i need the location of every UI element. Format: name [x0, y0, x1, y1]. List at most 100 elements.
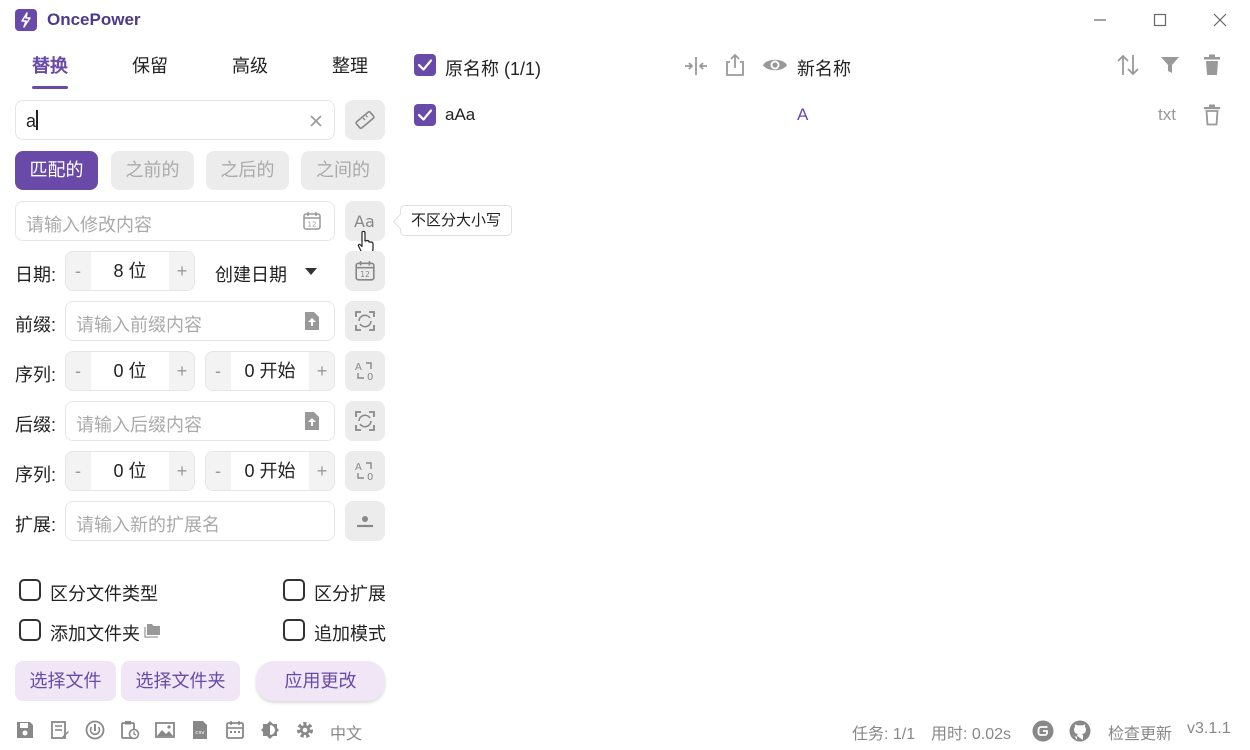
language-switch[interactable]: 中文 [330, 720, 362, 744]
check-update-link[interactable]: 检查更新 [1108, 720, 1172, 744]
date-type-select[interactable]: 创建日期 [215, 261, 287, 287]
extension-input[interactable]: 请输入新的扩展名 [65, 501, 335, 541]
prefix-seq-start-value: 0 开始 [231, 352, 309, 390]
decrement-button[interactable]: - [206, 452, 230, 490]
power-icon[interactable] [85, 720, 105, 740]
tab-organize[interactable]: 整理 [332, 52, 368, 78]
increment-button[interactable]: + [170, 352, 194, 390]
save-icon[interactable] [15, 720, 35, 740]
svg-text:Aa: Aa [354, 212, 375, 231]
suffix-seq-format-button[interactable]: A0 [345, 451, 385, 491]
suffix-seq-label: 序列: [15, 465, 57, 485]
suffix-swap-button[interactable] [345, 401, 385, 441]
tab-keep[interactable]: 保留 [132, 52, 168, 78]
list-edit-icon[interactable] [50, 720, 70, 740]
decrement-button[interactable]: - [66, 252, 90, 290]
minimize-button[interactable] [1088, 8, 1112, 32]
add-folder-label: 添加文件夹 [50, 624, 140, 644]
mode-before-button[interactable]: 之前的 [111, 151, 194, 190]
insert-date-button[interactable]: 12 [345, 251, 385, 291]
regex-ruler-button[interactable] [345, 100, 385, 140]
maximize-button[interactable] [1148, 8, 1172, 32]
increment-button[interactable]: + [170, 452, 194, 490]
file-row-checkbox[interactable] [414, 104, 436, 126]
trash-icon[interactable] [1203, 104, 1221, 126]
select-all-checkbox[interactable] [414, 54, 436, 76]
suffix-seq-digits-stepper[interactable]: - 0 位 + [65, 451, 195, 491]
decrement-button[interactable]: - [206, 352, 230, 390]
prefix-input[interactable]: 请输入前缀内容 [65, 301, 335, 341]
ruler-icon [355, 110, 375, 130]
file-type-label: 区分文件类型 [50, 584, 158, 604]
file-upload-icon[interactable] [303, 311, 321, 331]
add-folder-checkbox[interactable] [19, 619, 41, 641]
extension-toggle-button[interactable] [345, 501, 385, 541]
decrement-button[interactable]: - [66, 452, 90, 490]
alpha-numeric-icon: A0 [355, 362, 373, 382]
apply-changes-button[interactable]: 应用更改 [256, 661, 385, 701]
suffix-seq-digits-value: 0 位 [91, 452, 169, 490]
check-icon [417, 109, 433, 121]
case-tooltip: 不区分大小写 [400, 205, 513, 236]
append-mode-checkbox[interactable] [283, 619, 305, 641]
prefix-seq-digits-stepper[interactable]: - 0 位 + [65, 351, 195, 391]
append-mode-label: 追加模式 [314, 624, 386, 644]
close-window-button[interactable] [1208, 8, 1232, 32]
date-label: 日期: [15, 265, 57, 285]
gitee-icon[interactable] [1032, 720, 1054, 742]
tab-replace[interactable]: 替换 [32, 52, 68, 78]
prefix-seq-start-stepper[interactable]: - 0 开始 + [205, 351, 335, 391]
file-new-name: A [797, 105, 809, 124]
calendar-grid-icon[interactable] [225, 720, 245, 740]
alpha-numeric-icon: A0 [355, 462, 373, 482]
select-files-button[interactable]: 选择文件 [15, 661, 116, 701]
active-tab-indicator [32, 86, 68, 89]
task-count: 任务: 1/1 [852, 726, 916, 743]
extension-placeholder: 请输入新的扩展名 [76, 515, 220, 535]
calendar-icon: 12 [355, 261, 375, 281]
file-type-checkbox[interactable] [19, 579, 41, 601]
svg-text:0: 0 [367, 372, 373, 382]
clear-icon[interactable] [308, 113, 324, 129]
settings-gear-icon[interactable] [295, 720, 315, 740]
svg-text:0: 0 [367, 472, 373, 482]
select-folder-button[interactable]: 选择文件夹 [121, 661, 240, 701]
delete-all-icon[interactable] [1203, 54, 1221, 76]
mode-after-button[interactable]: 之后的 [206, 151, 289, 190]
mode-between-button[interactable]: 之间的 [301, 151, 385, 190]
elapsed-time: 用时: 0.02s [931, 726, 1012, 743]
sort-icon[interactable] [1116, 53, 1140, 77]
file-original-name: aAa [445, 105, 476, 124]
replace-input[interactable]: 请输入修改内容 12 [15, 201, 335, 241]
split-compare-icon[interactable] [684, 55, 708, 77]
export-icon[interactable] [724, 53, 746, 77]
svg-text:A: A [355, 462, 362, 473]
svg-text:csv: csv [195, 730, 205, 736]
ext-checkbox[interactable] [283, 579, 305, 601]
search-input[interactable]: a [15, 100, 335, 140]
suffix-seq-start-stepper[interactable]: - 0 开始 + [205, 451, 335, 491]
prefix-swap-button[interactable] [345, 301, 385, 341]
search-value: a [26, 111, 37, 131]
mode-match-button[interactable]: 匹配的 [15, 151, 98, 190]
theme-toggle-icon[interactable] [260, 720, 280, 740]
image-icon[interactable] [155, 720, 175, 740]
decrement-button[interactable]: - [66, 352, 90, 390]
date-digits-stepper[interactable]: - 8 位 + [65, 251, 195, 291]
calendar-icon[interactable]: 12 [302, 211, 322, 231]
increment-button[interactable]: + [310, 452, 334, 490]
suffix-input[interactable]: 请输入后缀内容 [65, 401, 335, 441]
suffix-placeholder: 请输入后缀内容 [76, 415, 202, 435]
clipboard-clock-icon[interactable] [120, 720, 140, 740]
tab-advanced[interactable]: 高级 [232, 52, 268, 78]
prefix-seq-format-button[interactable]: A0 [345, 351, 385, 391]
csv-file-icon[interactable]: csv [190, 720, 210, 740]
github-icon[interactable] [1069, 720, 1091, 742]
ext-label: 区分扩展 [314, 584, 386, 604]
file-upload-icon[interactable] [303, 411, 321, 431]
increment-button[interactable]: + [170, 252, 194, 290]
filter-icon[interactable] [1160, 55, 1180, 75]
eye-icon[interactable] [762, 56, 788, 74]
app-title: OncePower [47, 10, 141, 29]
increment-button[interactable]: + [310, 352, 334, 390]
